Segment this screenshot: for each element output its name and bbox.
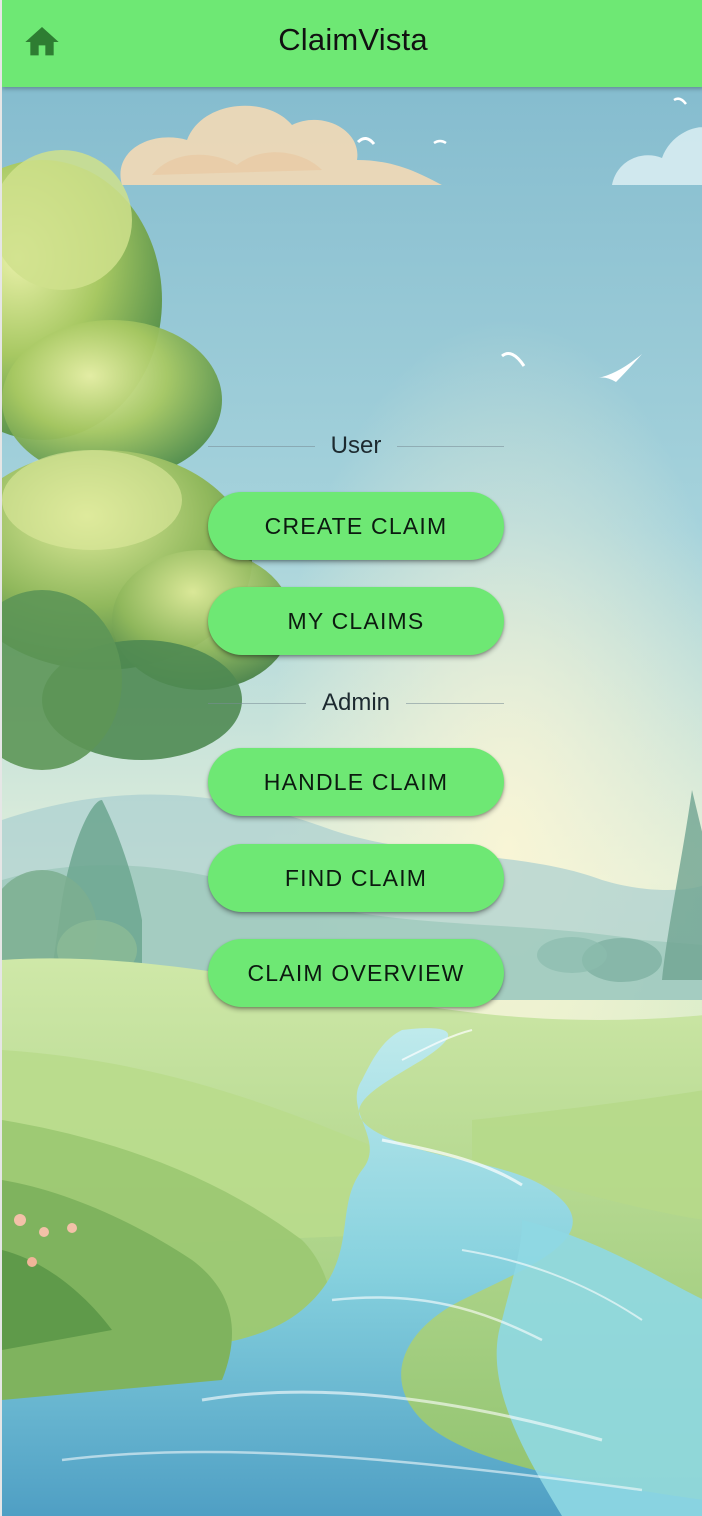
find-claim-button[interactable]: FIND CLAIM <box>208 844 504 912</box>
admin-section-label: Admin <box>321 689 391 716</box>
user-section-divider: User <box>208 431 505 461</box>
create-claim-button[interactable]: CREATE CLAIM <box>208 492 504 560</box>
admin-section-divider: Admin <box>208 688 504 718</box>
app-title: ClaimVista <box>278 22 428 57</box>
my-claims-button[interactable]: MY CLAIMS <box>208 587 504 655</box>
divider-line-right <box>397 445 505 447</box>
divider-line-right <box>406 702 504 704</box>
app-bar: ClaimVista <box>2 0 702 87</box>
divider-line-left <box>208 445 315 447</box>
app-root: ClaimVista User CREATE CLAIM MY CLAIMS A… <box>0 0 702 1516</box>
claim-overview-button[interactable]: CLAIM OVERVIEW <box>208 939 504 1007</box>
user-section-label: User <box>330 432 382 459</box>
divider-line-left <box>208 702 306 704</box>
handle-claim-button[interactable]: HANDLE CLAIM <box>208 748 504 816</box>
